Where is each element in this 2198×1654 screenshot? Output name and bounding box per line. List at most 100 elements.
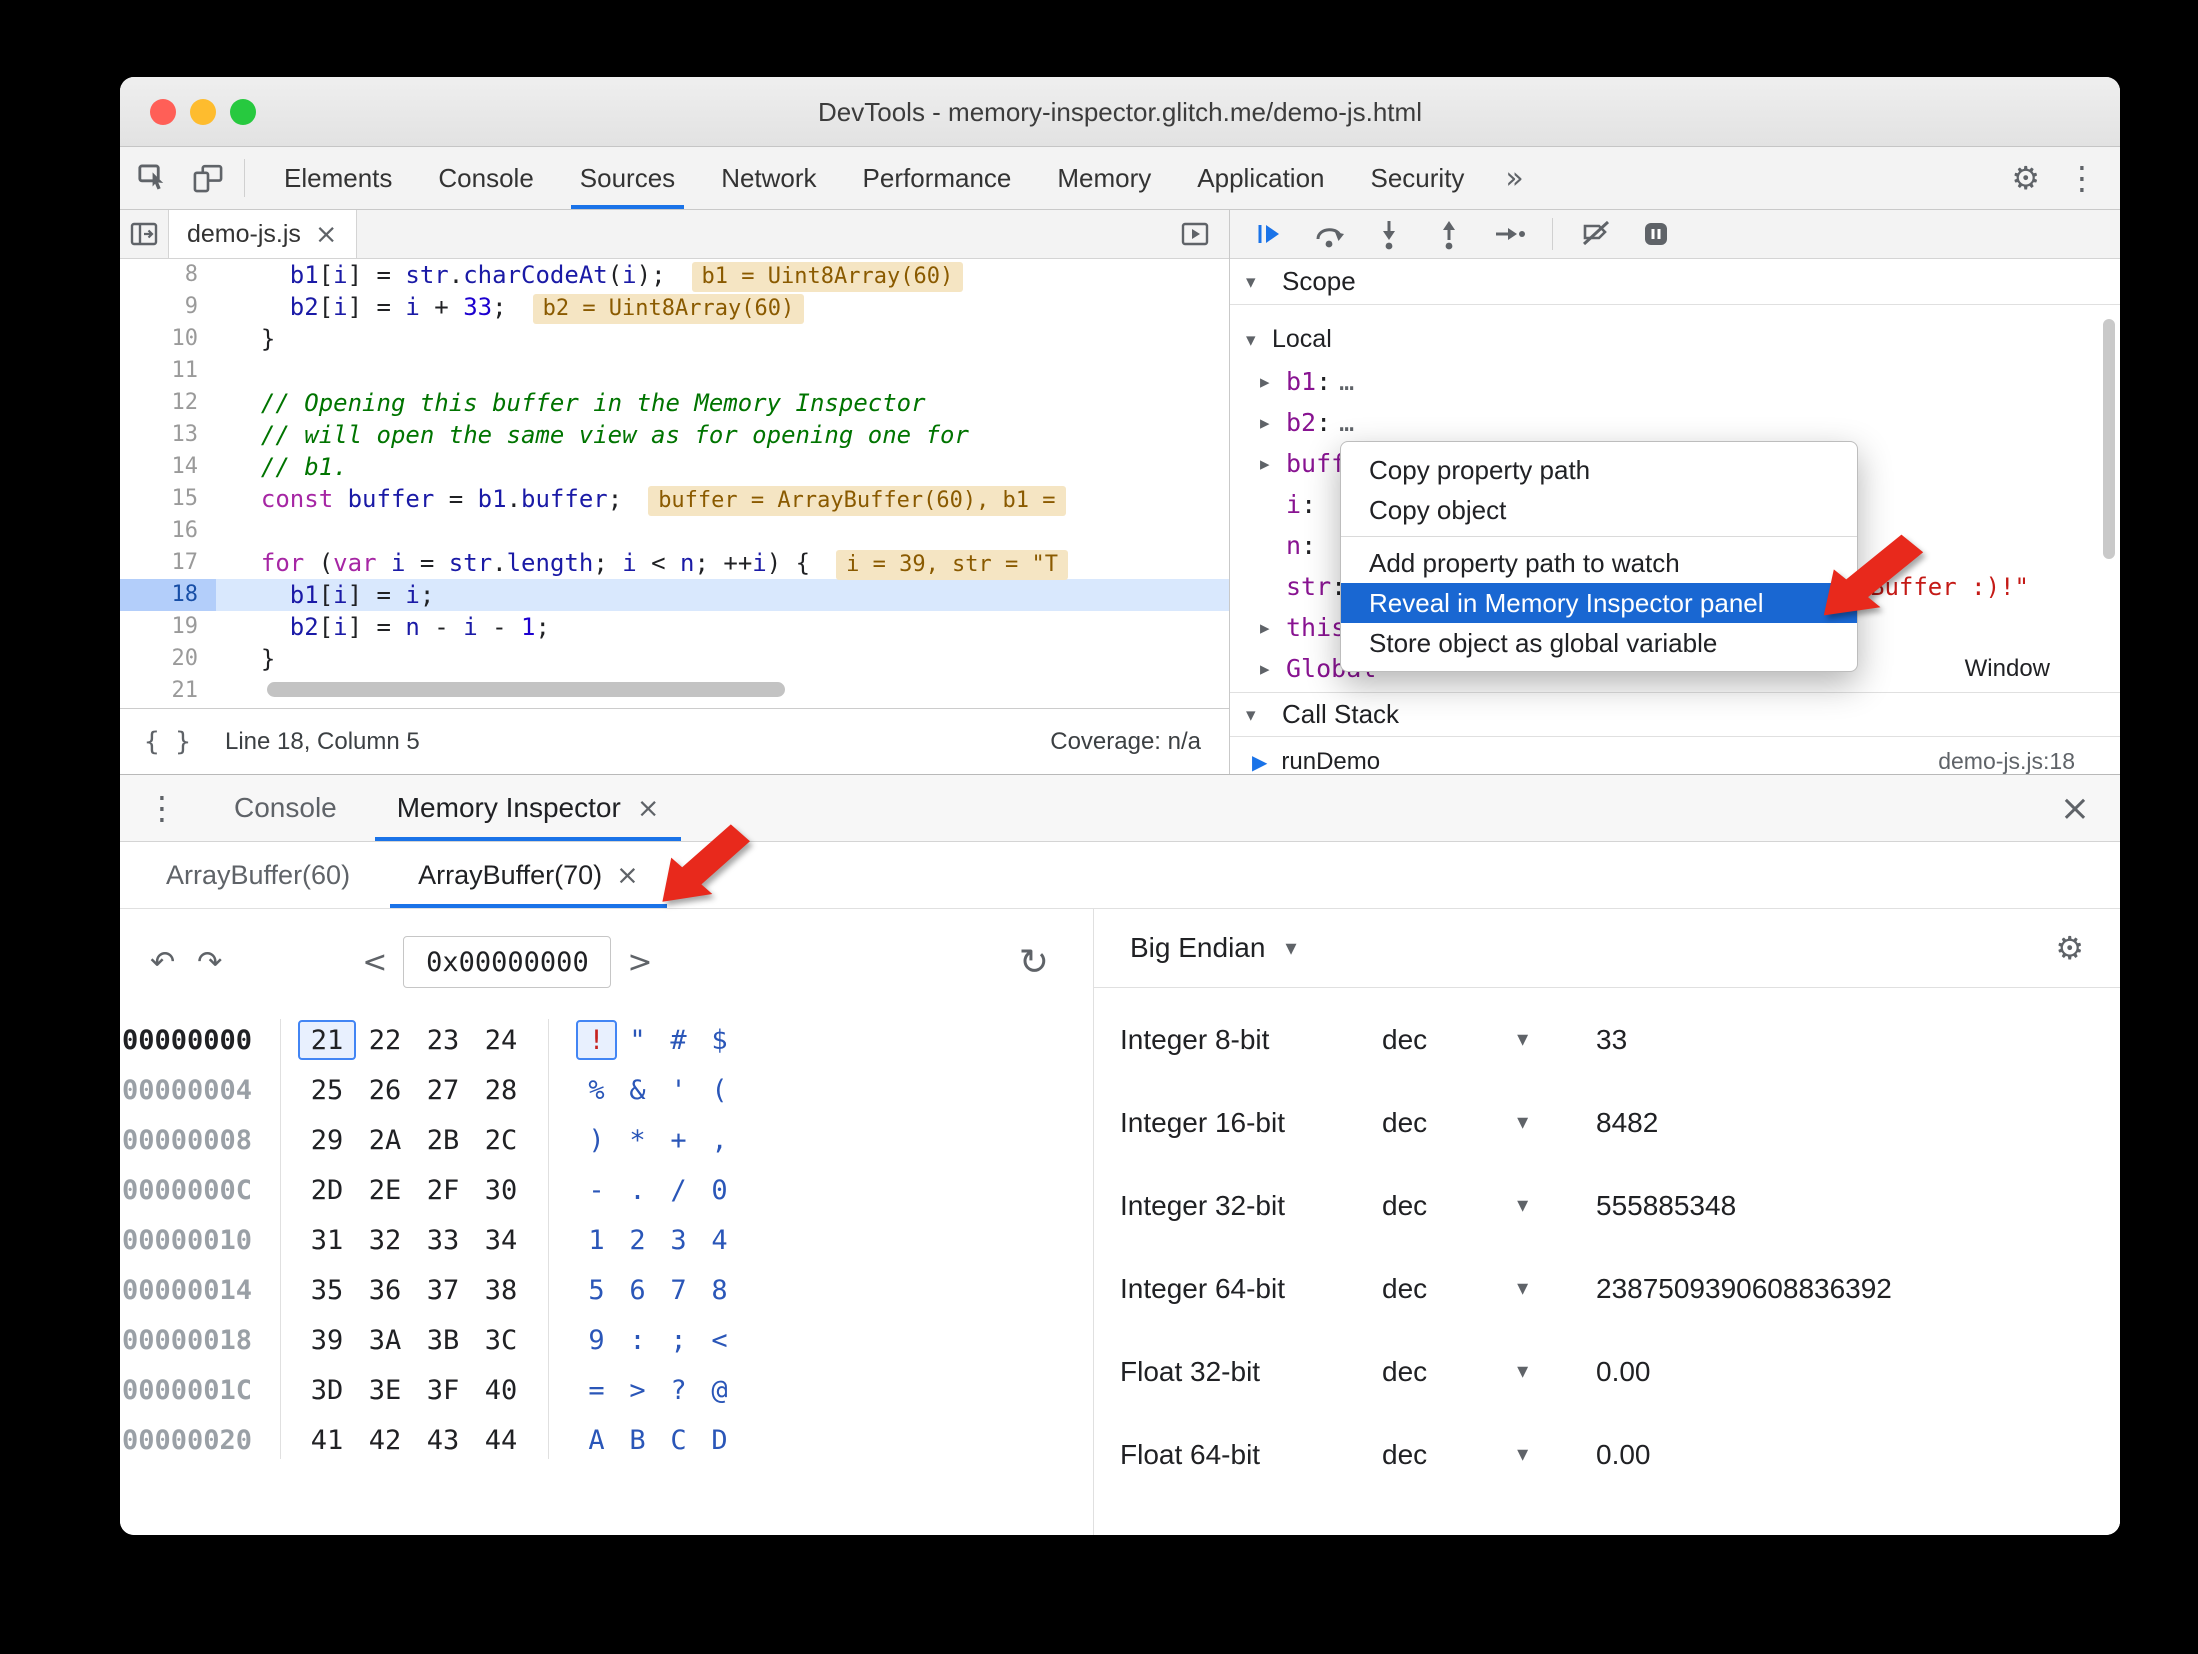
horizontal-scrollbar[interactable]: [120, 682, 1229, 702]
memory-byte[interactable]: 34: [472, 1220, 530, 1260]
format-dropdown[interactable]: dec ▾: [1356, 1107, 1596, 1139]
memory-byte[interactable]: 23: [414, 1020, 472, 1060]
memory-byte[interactable]: 36: [356, 1270, 414, 1310]
scope-var-b1[interactable]: ▸ b1:…: [1230, 361, 2120, 402]
line-number[interactable]: 18: [120, 579, 216, 611]
memory-ascii-char[interactable]: 4: [699, 1220, 740, 1260]
format-dropdown[interactable]: dec ▾: [1356, 1024, 1596, 1056]
memory-ascii-char[interactable]: #: [658, 1020, 699, 1060]
memory-ascii-char[interactable]: D: [699, 1420, 740, 1460]
memory-byte[interactable]: 3F: [414, 1370, 472, 1410]
redo-icon[interactable]: ↷: [197, 945, 222, 980]
memory-ascii-char[interactable]: ;: [658, 1320, 699, 1360]
drawer-tab-memory-inspector[interactable]: Memory Inspector ×: [367, 775, 690, 841]
call-stack-header[interactable]: ▾ Call Stack: [1230, 692, 2120, 737]
device-toolbar-icon[interactable]: [184, 154, 232, 202]
previous-page-icon[interactable]: <: [362, 945, 387, 980]
twisty-closed-icon[interactable]: ▸: [1260, 658, 1286, 680]
memory-ascii-char[interactable]: +: [658, 1120, 699, 1160]
line-number[interactable]: 11: [120, 355, 216, 387]
memory-ascii-char[interactable]: *: [617, 1120, 658, 1160]
twisty-closed-icon[interactable]: ▸: [1260, 617, 1286, 639]
menu-item-store-object-as-global-variable[interactable]: Store object as global variable: [1341, 623, 1857, 663]
memory-byte[interactable]: 25: [298, 1070, 356, 1110]
line-number[interactable]: 9: [120, 291, 216, 323]
tab-application[interactable]: Application: [1174, 147, 1347, 209]
memory-ascii-char[interactable]: A: [576, 1420, 617, 1460]
memory-byte[interactable]: 42: [356, 1420, 414, 1460]
twisty-closed-icon[interactable]: ▸: [1260, 371, 1286, 393]
memory-byte[interactable]: 28: [472, 1070, 530, 1110]
memory-ascii-char[interactable]: C: [658, 1420, 699, 1460]
settings-gear-icon[interactable]: ⚙: [2011, 159, 2040, 197]
buffer-tab-arraybuffer-60[interactable]: ArrayBuffer(60): [132, 842, 384, 908]
menu-item-add-property-path-to-watch[interactable]: Add property path to watch: [1341, 543, 1857, 583]
address-input[interactable]: [403, 936, 612, 988]
scope-group-local[interactable]: ▾ Local: [1230, 319, 2120, 360]
memory-byte[interactable]: 2D: [298, 1170, 356, 1210]
memory-byte[interactable]: 2B: [414, 1120, 472, 1160]
memory-byte[interactable]: 26: [356, 1070, 414, 1110]
drawer-menu-icon[interactable]: ⋮: [120, 789, 204, 827]
line-number[interactable]: 20: [120, 643, 216, 675]
step-out-icon[interactable]: [1432, 217, 1466, 251]
memory-byte[interactable]: 3E: [356, 1370, 414, 1410]
main-menu-icon[interactable]: ⋮: [2066, 159, 2098, 197]
memory-ascii-char[interactable]: ?: [658, 1370, 699, 1410]
memory-byte[interactable]: 24: [472, 1020, 530, 1060]
memory-byte[interactable]: 40: [472, 1370, 530, 1410]
close-icon[interactable]: ×: [637, 795, 660, 822]
step-over-icon[interactable]: [1312, 217, 1346, 251]
line-number[interactable]: 19: [120, 611, 216, 643]
show-debugger-sidebar-icon[interactable]: [1171, 210, 1219, 258]
memory-byte[interactable]: 3D: [298, 1370, 356, 1410]
memory-ascii-char[interactable]: &: [617, 1070, 658, 1110]
memory-ascii-char[interactable]: ": [617, 1020, 658, 1060]
vertical-scrollbar[interactable]: [2103, 319, 2115, 559]
memory-ascii-char[interactable]: (: [699, 1070, 740, 1110]
memory-ascii-char[interactable]: ): [576, 1120, 617, 1160]
drawer-tab-console[interactable]: Console: [204, 775, 367, 841]
memory-byte[interactable]: 30: [472, 1170, 530, 1210]
memory-byte[interactable]: 41: [298, 1420, 356, 1460]
memory-ascii-char[interactable]: $: [699, 1020, 740, 1060]
close-window-button[interactable]: [150, 99, 176, 125]
memory-byte[interactable]: 33: [414, 1220, 472, 1260]
inspect-icon[interactable]: [130, 154, 178, 202]
line-number[interactable]: 17: [120, 547, 216, 579]
tab-elements[interactable]: Elements: [261, 147, 415, 209]
format-dropdown[interactable]: dec ▾: [1356, 1190, 1596, 1222]
close-icon[interactable]: ×: [616, 862, 639, 889]
memory-ascii-char[interactable]: =: [576, 1370, 617, 1410]
format-dropdown[interactable]: dec ▾: [1356, 1273, 1596, 1305]
pretty-print-icon[interactable]: { }: [144, 727, 191, 757]
minimize-window-button[interactable]: [190, 99, 216, 125]
memory-byte[interactable]: 44: [472, 1420, 530, 1460]
memory-byte[interactable]: 2E: [356, 1170, 414, 1210]
memory-byte[interactable]: 38: [472, 1270, 530, 1310]
memory-ascii-char[interactable]: /: [658, 1170, 699, 1210]
tab-sources[interactable]: Sources: [557, 147, 698, 209]
memory-byte[interactable]: 21: [298, 1020, 356, 1060]
line-number[interactable]: 16: [120, 515, 216, 547]
tab-console[interactable]: Console: [415, 147, 556, 209]
memory-ascii-char[interactable]: 3: [658, 1220, 699, 1260]
endianness-dropdown[interactable]: Big Endian: [1130, 932, 1265, 964]
memory-byte[interactable]: 32: [356, 1220, 414, 1260]
menu-item-copy-object[interactable]: Copy object: [1341, 490, 1857, 530]
memory-byte[interactable]: 2C: [472, 1120, 530, 1160]
tab-memory[interactable]: Memory: [1034, 147, 1174, 209]
twisty-closed-icon[interactable]: ▸: [1260, 412, 1286, 434]
memory-ascii-char[interactable]: ,: [699, 1120, 740, 1160]
memory-ascii-char[interactable]: B: [617, 1420, 658, 1460]
memory-ascii-char[interactable]: .: [617, 1170, 658, 1210]
file-tab-demo-js[interactable]: demo-js.js ×: [168, 210, 357, 258]
memory-ascii-char[interactable]: 9: [576, 1320, 617, 1360]
line-number[interactable]: 10: [120, 323, 216, 355]
memory-ascii-char[interactable]: -: [576, 1170, 617, 1210]
memory-byte[interactable]: 3A: [356, 1320, 414, 1360]
memory-byte[interactable]: 2F: [414, 1170, 472, 1210]
memory-byte[interactable]: 37: [414, 1270, 472, 1310]
memory-ascii-char[interactable]: !: [576, 1020, 617, 1060]
line-number[interactable]: 12: [120, 387, 216, 419]
